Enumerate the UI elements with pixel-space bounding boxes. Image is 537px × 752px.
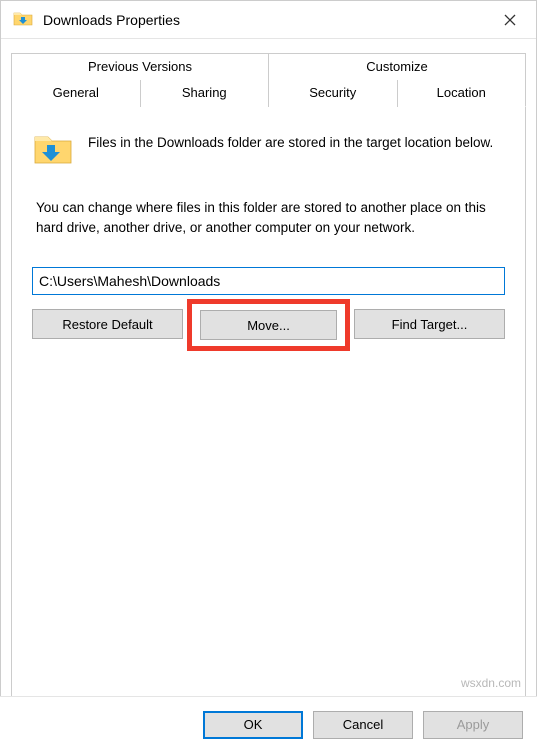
window-title: Downloads Properties bbox=[43, 12, 490, 28]
tab-previous-versions[interactable]: Previous Versions bbox=[11, 53, 269, 80]
tab-general[interactable]: General bbox=[11, 80, 141, 107]
description-text: You can change where files in this folde… bbox=[32, 198, 505, 237]
tab-customize[interactable]: Customize bbox=[269, 53, 526, 80]
restore-default-button[interactable]: Restore Default bbox=[32, 309, 183, 339]
info-text: Files in the Downloads folder are stored… bbox=[88, 127, 493, 153]
move-highlight: Move... bbox=[187, 299, 350, 351]
tab-location[interactable]: Location bbox=[398, 80, 527, 107]
folder-downloads-icon bbox=[13, 8, 33, 31]
dialog-footer: OK Cancel Apply bbox=[0, 696, 537, 752]
move-button[interactable]: Move... bbox=[200, 310, 337, 340]
tab-sharing[interactable]: Sharing bbox=[141, 80, 270, 107]
watermark: wsxdn.com bbox=[461, 676, 521, 690]
find-target-button[interactable]: Find Target... bbox=[354, 309, 505, 339]
path-input[interactable] bbox=[32, 267, 505, 295]
tab-content: Files in the Downloads folder are stored… bbox=[11, 107, 526, 705]
cancel-button[interactable]: Cancel bbox=[313, 711, 413, 739]
apply-button[interactable]: Apply bbox=[423, 711, 523, 739]
tabs-container: Previous Versions Customize General Shar… bbox=[1, 39, 536, 705]
ok-button[interactable]: OK bbox=[203, 711, 303, 739]
folder-large-icon bbox=[32, 127, 74, 172]
close-button[interactable] bbox=[490, 5, 530, 35]
tab-security[interactable]: Security bbox=[269, 80, 398, 107]
titlebar: Downloads Properties bbox=[1, 1, 536, 39]
